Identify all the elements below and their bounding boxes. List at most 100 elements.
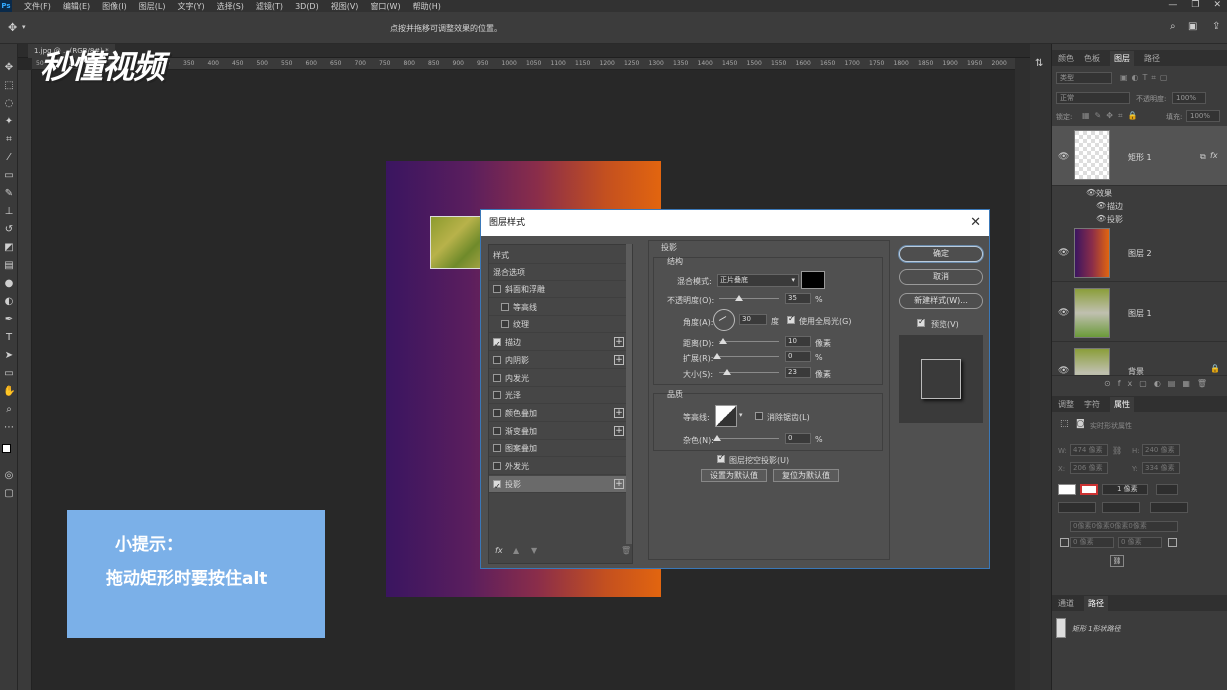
spread-input[interactable]: 0 (785, 351, 811, 362)
menu-3d[interactable]: 3D(D) (295, 2, 319, 11)
corner-tl-input[interactable]: 0 像素 (1070, 537, 1114, 548)
menu-select[interactable]: 选择(S) (217, 1, 244, 12)
corner-radius-all[interactable]: 0像素0像素0像素0像素 (1070, 521, 1178, 532)
layer-row-layer2[interactable]: 👁 图层 2 (1052, 224, 1227, 282)
effect-shadow-eye-icon[interactable]: 👁 (1096, 214, 1106, 223)
stamp-icon[interactable]: ⊥ (3, 206, 15, 218)
blend-mode-select[interactable]: 正常 (1056, 92, 1130, 104)
style-checkbox[interactable] (501, 320, 509, 329)
style-checkbox[interactable] (493, 355, 501, 364)
brush-icon[interactable]: ✎ (3, 188, 15, 200)
stroke-width-input[interactable]: 1 像素 (1102, 484, 1148, 495)
lock-icons[interactable]: ▦✎✥⌗🔒 (1082, 111, 1142, 121)
style-item[interactable]: 图案叠加 (489, 440, 626, 458)
layer-actions-icons[interactable]: ⊙fx▢◐▤▦🗑 (1104, 379, 1214, 388)
style-item[interactable]: 外发光 (489, 458, 626, 475)
style-checkbox[interactable] (501, 302, 509, 311)
stroke-align-select[interactable] (1058, 502, 1096, 513)
eyedropper-icon[interactable]: ⁄ (3, 152, 15, 164)
share-icon[interactable]: ⇪ (1212, 21, 1220, 32)
layer-row-background[interactable]: 👁 背景 🔒 (1052, 344, 1227, 376)
link-corners-icon[interactable]: ⛓ (1110, 555, 1124, 567)
style-item[interactable]: 斜面和浮雕 (489, 281, 626, 298)
move-up-icon[interactable]: ▲ (513, 546, 519, 555)
menu-filter[interactable]: 滤镜(T) (256, 1, 283, 12)
add-style-icon[interactable]: + (614, 425, 624, 436)
close-window-icon[interactable]: ✕ (1213, 0, 1221, 10)
path-select-icon[interactable]: ➤ (3, 350, 15, 362)
layer-name[interactable]: 图层 2 (1128, 248, 1152, 259)
effect-stroke[interactable]: 描边 (1107, 201, 1123, 212)
move-down-icon[interactable]: ▼ (531, 546, 537, 555)
layer-name[interactable]: 矩形 1 (1128, 152, 1152, 163)
dodge-icon[interactable]: ◐ (3, 296, 15, 308)
menu-type[interactable]: 文字(Y) (177, 1, 204, 12)
style-checkbox[interactable] (493, 373, 501, 382)
menu-view[interactable]: 视图(V) (331, 1, 359, 12)
visibility-eye-icon[interactable]: 👁 (1058, 152, 1069, 162)
spread-slider-knob[interactable] (713, 353, 721, 359)
healing-icon[interactable]: ▭ (3, 170, 15, 182)
menu-window[interactable]: 窗口(W) (370, 1, 400, 12)
contour-picker[interactable] (715, 405, 737, 427)
menu-layer[interactable]: 图层(L) (139, 1, 166, 12)
style-item[interactable]: 渐变叠加 + (489, 423, 626, 440)
screen-mode-icon[interactable]: ▢ (3, 488, 15, 500)
contour-dropdown-icon[interactable]: ▾ (739, 411, 743, 419)
reset-default-button[interactable]: 复位为默认值 (773, 469, 839, 482)
workspace-icon[interactable]: ▣ (1188, 21, 1197, 32)
search-icon[interactable]: ⌕ (1170, 21, 1176, 32)
corner-tr-input[interactable]: 0 像素 (1118, 537, 1162, 548)
menu-help[interactable]: 帮助(H) (413, 1, 441, 12)
minimize-icon[interactable]: — (1168, 0, 1177, 10)
size-slider-knob[interactable] (723, 369, 731, 375)
menu-edit[interactable]: 编辑(E) (63, 1, 90, 12)
angle-input[interactable]: 30 (739, 314, 767, 325)
knockout-checkbox[interactable] (717, 453, 725, 463)
fx-menu-icon[interactable]: fx (495, 546, 503, 555)
tab-paths[interactable]: 路径 (1144, 53, 1160, 64)
path-name[interactable]: 矩形 1形状路径 (1072, 624, 1121, 634)
size-input[interactable]: 23 (785, 367, 811, 378)
hand-icon[interactable]: ✋ (3, 386, 15, 398)
distance-slider-knob[interactable] (719, 338, 727, 344)
crop-icon[interactable]: ⌗ (3, 134, 15, 146)
stroke-color-swatch[interactable] (1080, 484, 1098, 495)
tab-adjustments[interactable]: 调整 (1058, 399, 1074, 410)
photo-layer-image[interactable] (430, 216, 485, 269)
y-input[interactable]: 334 像素 (1142, 462, 1180, 474)
visibility-eye-icon[interactable]: 👁 (1058, 248, 1069, 258)
styles-header[interactable]: 样式 (489, 247, 626, 264)
add-style-icon[interactable]: + (614, 478, 624, 489)
add-style-icon[interactable]: + (614, 354, 624, 365)
distance-input[interactable]: 10 (785, 336, 811, 347)
filter-icons[interactable]: ▣◐T⌗▢ (1120, 73, 1172, 83)
style-item[interactable]: 等高线 (489, 299, 626, 316)
style-item[interactable]: 光泽 (489, 387, 626, 405)
style-checkbox[interactable] (493, 426, 501, 435)
opacity-input[interactable]: 35 (785, 293, 811, 304)
noise-slider[interactable] (719, 438, 779, 439)
chevron-down-icon[interactable]: ▾ (22, 23, 26, 31)
tab-swatches[interactable]: 色板 (1084, 53, 1100, 64)
blending-options-item[interactable]: 混合选项 (489, 264, 626, 281)
effect-stroke-eye-icon[interactable]: 👁 (1096, 201, 1106, 210)
style-item[interactable]: 纹理 (489, 316, 626, 334)
pen-icon[interactable]: ✒ (3, 314, 15, 326)
visibility-eye-icon[interactable]: 👁 (1058, 366, 1069, 375)
blur-icon[interactable]: ● (3, 278, 15, 290)
tab-character[interactable]: 字符 (1084, 399, 1100, 410)
restore-icon[interactable]: ❐ (1191, 0, 1199, 10)
global-light-checkbox[interactable] (787, 314, 795, 324)
layer-name[interactable]: 背景 (1128, 366, 1144, 375)
style-item[interactable]: 内发光 (489, 370, 626, 387)
magic-wand-icon[interactable]: ✦ (3, 116, 15, 128)
zoom-icon[interactable]: ⌕ (3, 404, 15, 416)
menu-file[interactable]: 文件(F) (24, 1, 51, 12)
eraser-icon[interactable]: ◩ (3, 242, 15, 254)
layer-opacity-input[interactable]: 100% (1172, 92, 1206, 104)
foreground-color-swatch[interactable] (2, 444, 11, 453)
width-input[interactable]: 474 像素 (1070, 444, 1108, 456)
stroke-corners-select[interactable] (1150, 502, 1188, 513)
tab-paths-bottom[interactable]: 路径 (1084, 595, 1108, 611)
